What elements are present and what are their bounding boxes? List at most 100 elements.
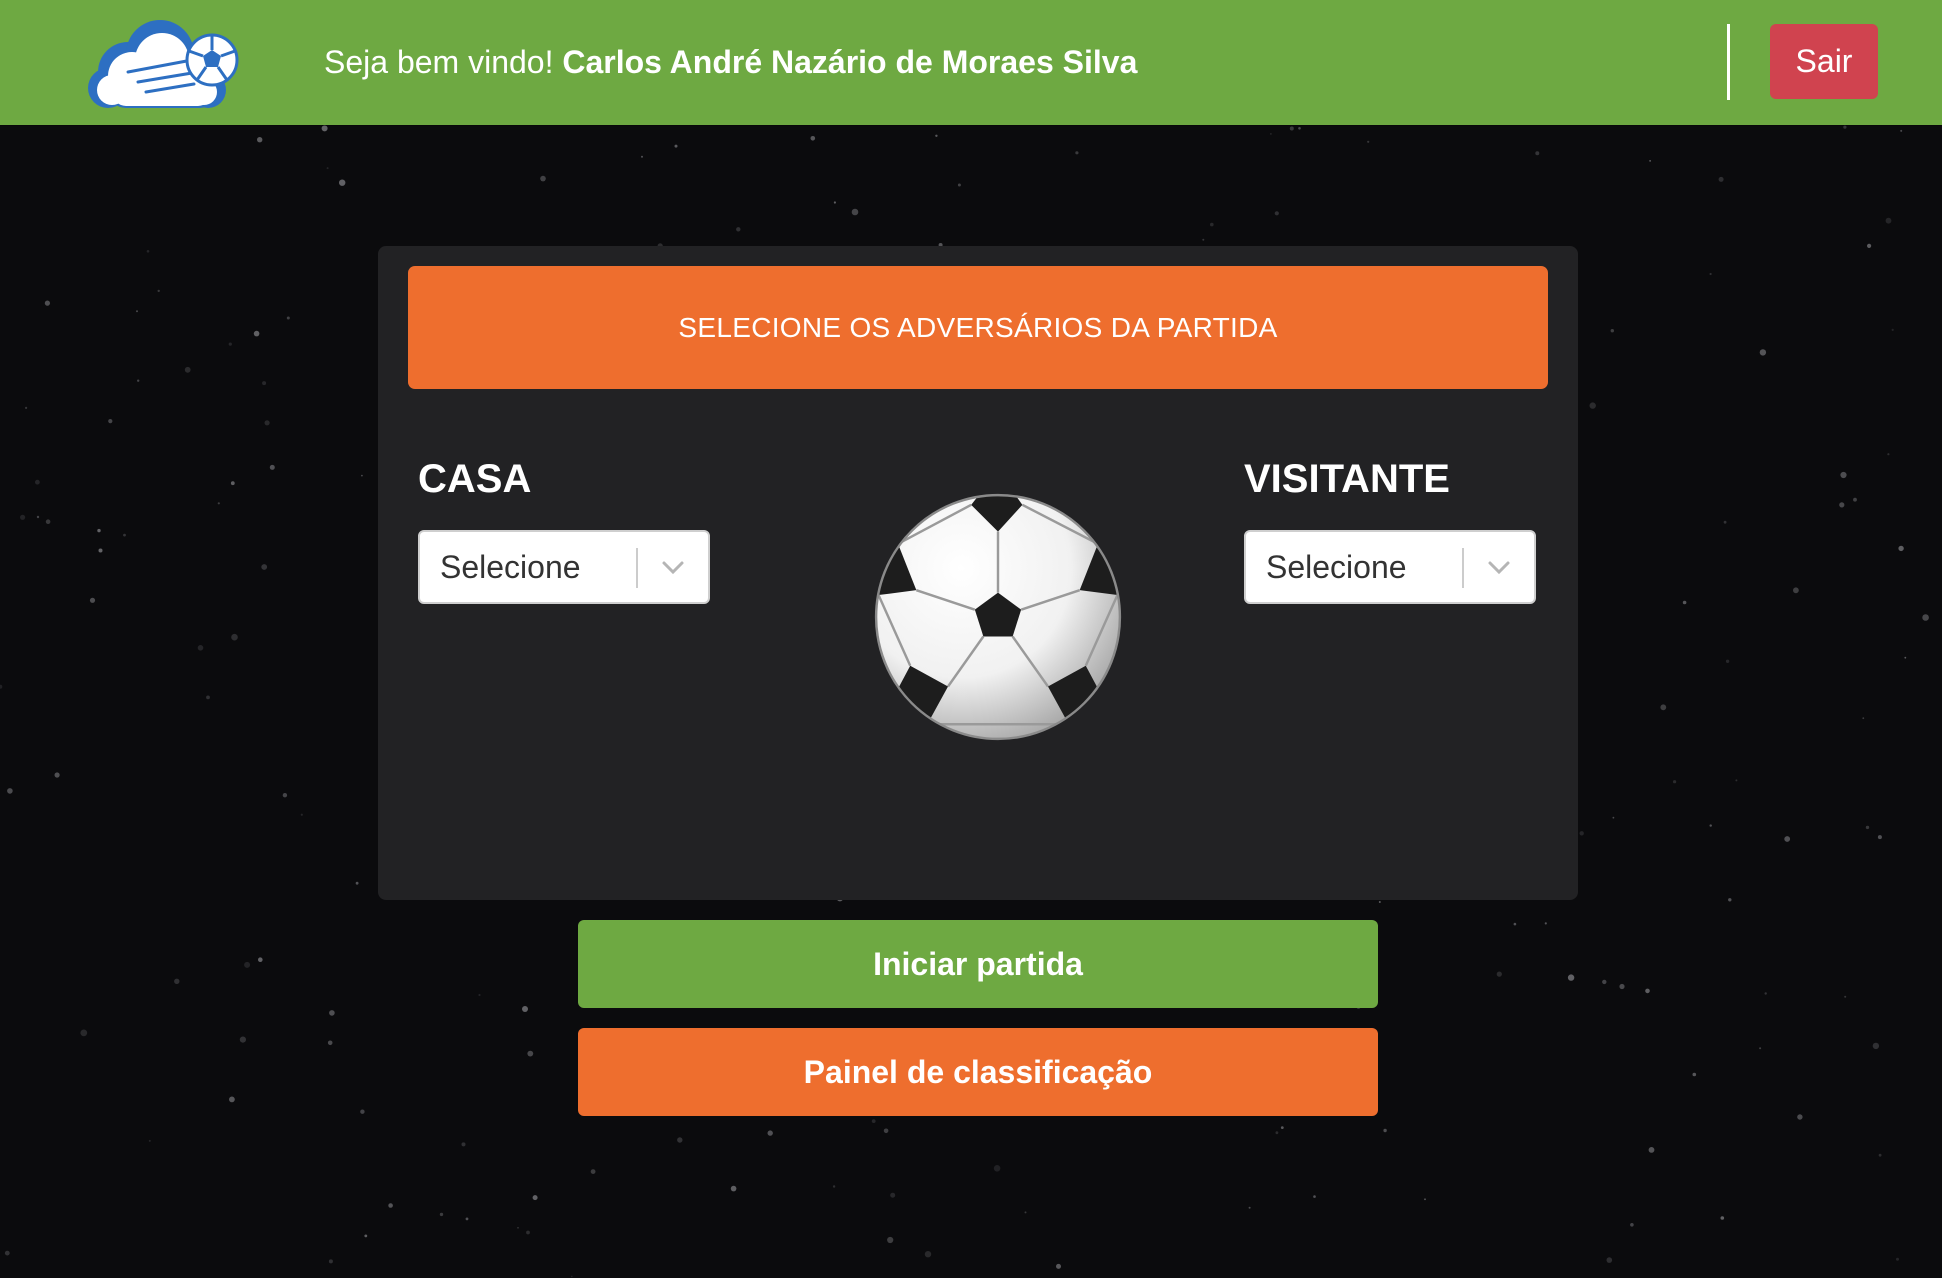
star-dot (1544, 922, 1547, 925)
star-dot (239, 1036, 246, 1043)
star-dot (590, 1169, 596, 1174)
star-dot (1759, 1047, 1762, 1050)
away-team-select-value: Selecione (1266, 549, 1407, 585)
select-separator (1462, 548, 1464, 588)
match-setup-panel: SELECIONE OS ADVERSÁRIOS DA PARTIDA CASA… (378, 246, 1578, 900)
home-team-select[interactable]: Selecione (418, 530, 710, 604)
star-dot (1900, 129, 1903, 132)
star-dot (174, 978, 180, 984)
star-dot (1839, 502, 1845, 508)
star-dot (478, 993, 481, 997)
star-dot (1793, 587, 1799, 594)
star-dot (1891, 328, 1894, 331)
star-dot (810, 136, 816, 141)
star-dot (1867, 243, 1872, 248)
home-team-label: CASA (418, 457, 532, 501)
star-dot (1877, 835, 1882, 840)
star-dot (677, 1137, 683, 1143)
star-dot (1887, 453, 1890, 456)
star-dot (7, 788, 13, 794)
star-dot (1513, 922, 1517, 926)
star-dot (1579, 831, 1584, 836)
star-dot (230, 481, 235, 486)
star-dot (1024, 1211, 1027, 1214)
star-dot (282, 793, 288, 798)
star-dot (1718, 176, 1724, 182)
star-dot (339, 179, 346, 186)
star-dot (329, 1010, 335, 1016)
star-dot (262, 381, 267, 386)
star-dot (123, 533, 126, 537)
star-dot (229, 1096, 235, 1103)
star-dot (924, 1251, 932, 1258)
star-dot (887, 1236, 894, 1244)
star-dot (361, 474, 363, 477)
star-dot (571, 1275, 573, 1278)
star-dot (1567, 974, 1575, 981)
star-dot (832, 1185, 836, 1188)
star-dot (1692, 1072, 1697, 1077)
star-dot (1797, 1114, 1803, 1120)
star-dot (1496, 971, 1502, 977)
header-divider (1727, 24, 1730, 100)
star-dot (1885, 217, 1892, 224)
away-team-label: VISITANTE (1244, 457, 1450, 501)
star-dot (736, 227, 741, 232)
star-dot (157, 289, 160, 293)
star-dot (851, 208, 859, 216)
star-dot (364, 1234, 368, 1238)
star-dot (355, 881, 359, 885)
star-dot (1056, 1263, 1061, 1269)
star-dot (527, 1050, 534, 1057)
star-dot (461, 1142, 466, 1147)
star-dot (1424, 1198, 1426, 1201)
star-dot (517, 1227, 519, 1229)
star-dot (269, 464, 275, 470)
star-dot (1367, 140, 1370, 143)
star-dot (89, 597, 96, 603)
star-dot (217, 502, 220, 505)
star-dot (532, 1195, 538, 1201)
star-dot (1298, 127, 1301, 130)
home-team-select-value: Selecione (440, 549, 581, 585)
welcome-message: Seja bem vindo! Carlos André Nazário de … (324, 42, 1137, 82)
star-dot (1589, 402, 1596, 409)
star-dot (1630, 1223, 1634, 1227)
star-dot (1723, 520, 1727, 524)
star-dot (1896, 1257, 1899, 1261)
star-dot (228, 342, 232, 346)
star-dot (286, 316, 290, 320)
star-dot (890, 1192, 896, 1198)
star-dot (35, 479, 40, 485)
welcome-greeting: Seja bem vindo! (324, 44, 554, 80)
star-dot (20, 514, 26, 520)
star-dot (1898, 545, 1904, 552)
user-name: Carlos André Nazário de Moraes Silva (562, 44, 1138, 80)
star-dot (1865, 825, 1870, 830)
star-dot (257, 137, 263, 143)
star-dot (328, 1259, 333, 1264)
away-team-select[interactable]: Selecione (1244, 530, 1536, 604)
panel-title: SELECIONE OS ADVERSÁRIOS DA PARTIDA (408, 266, 1548, 389)
logout-button[interactable]: Sair (1770, 24, 1878, 99)
star-dot (883, 1128, 889, 1134)
ranking-panel-button[interactable]: Painel de classificação (578, 1028, 1378, 1116)
star-dot (98, 548, 103, 553)
star-dot (730, 1185, 737, 1192)
chevron-down-icon (662, 561, 684, 575)
star-dot (360, 1109, 365, 1114)
star-dot (465, 1217, 469, 1221)
star-dot (1759, 349, 1767, 356)
star-dot (148, 1139, 151, 1142)
star-dot (674, 144, 678, 148)
star-dot (1535, 151, 1540, 156)
star-dot (258, 957, 263, 962)
star-dot (197, 645, 204, 651)
star-dot (1612, 816, 1615, 819)
star-dot (1843, 125, 1847, 129)
star-dot (1862, 717, 1865, 720)
star-dot (36, 515, 40, 519)
star-dot (244, 961, 251, 968)
star-dot (4, 1250, 10, 1256)
start-match-button[interactable]: Iniciar partida (578, 920, 1378, 1008)
